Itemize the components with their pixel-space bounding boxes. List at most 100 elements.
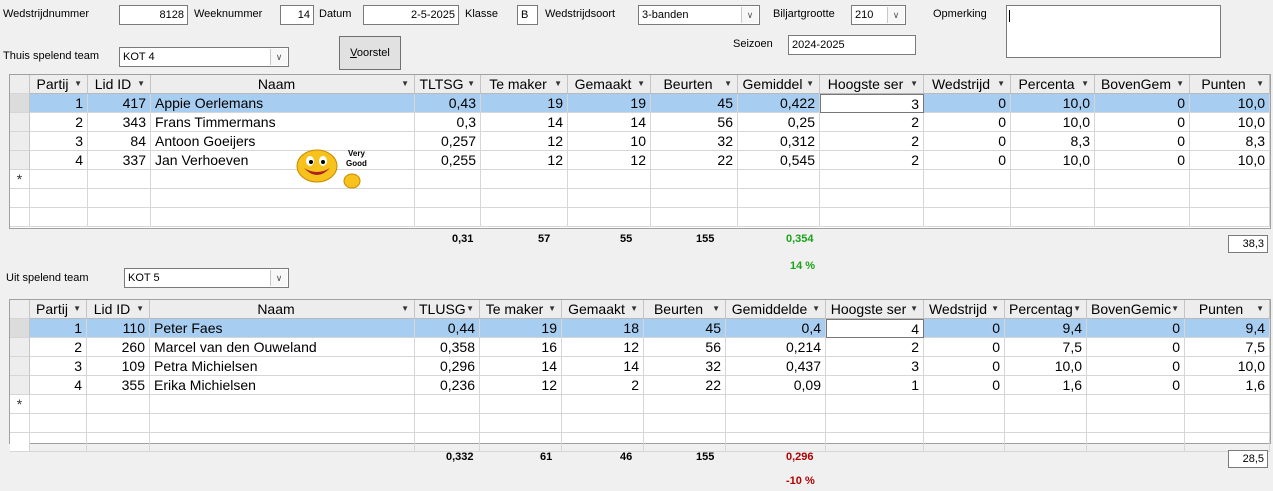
chevron-down-icon[interactable]: ∨: [887, 7, 904, 23]
row-selector[interactable]: [10, 338, 30, 357]
cell-hoogste-serie[interactable]: 2: [820, 113, 924, 132]
opmerking-field[interactable]: [1006, 5, 1221, 58]
datum-field[interactable]: 2-5-2025: [363, 5, 459, 25]
seizoen-field[interactable]: 2024-2025: [788, 35, 916, 55]
cell-beurten[interactable]: 22: [644, 376, 726, 395]
cell-lid-id[interactable]: 337: [88, 151, 151, 170]
cell-te-maken[interactable]: [481, 170, 568, 189]
cell-te-maken[interactable]: 14: [480, 357, 562, 376]
cell-te-maken[interactable]: 12: [481, 132, 568, 151]
away-players-grid[interactable]: Partij ▼ Lid ID ▼ Naam ▼ TLUSG ▼ Te maker ▼ Gemaak…: [9, 299, 1271, 452]
sort-dropdown-icon[interactable]: ▼: [401, 300, 409, 318]
cell-naam[interactable]: Peter Faes: [150, 319, 415, 338]
cell-percentage[interactable]: [1011, 170, 1095, 189]
cell-punten[interactable]: 1,6: [1185, 376, 1270, 395]
col-header-lid-id[interactable]: Lid ID ▼: [88, 75, 151, 94]
col-header-naam[interactable]: Naam ▼: [150, 300, 415, 319]
cell-punten[interactable]: 10,0: [1190, 113, 1270, 132]
col-header-boven-gem[interactable]: BovenGemic ▼: [1087, 300, 1185, 319]
sort-dropdown-icon[interactable]: ▼: [1176, 75, 1184, 93]
cell-percentage[interactable]: 7,5: [1005, 338, 1087, 357]
sort-dropdown-icon[interactable]: ▼: [1256, 300, 1264, 318]
sort-dropdown-icon[interactable]: ▼: [73, 300, 81, 318]
col-header-wedstrijd[interactable]: Wedstrijd ▼: [924, 300, 1005, 319]
cell-beurten[interactable]: [644, 395, 726, 414]
cell-punten[interactable]: 7,5: [1185, 338, 1270, 357]
cell-gemiddelde[interactable]: 0,09: [726, 376, 826, 395]
cell-hoogste-serie[interactable]: [820, 170, 924, 189]
cell-hoogste-serie[interactable]: 3: [826, 357, 924, 376]
cell-gemiddelde[interactable]: 0,4: [726, 319, 826, 338]
col-header-gemaakt[interactable]: Gemaakt ▼: [562, 300, 644, 319]
cell-wedstrijd[interactable]: 0: [924, 319, 1005, 338]
cell-boven-gem[interactable]: 0: [1087, 338, 1185, 357]
col-header-beurten[interactable]: Beurten ▼: [651, 75, 738, 94]
cell-percentage[interactable]: 10,0: [1005, 357, 1087, 376]
cell-naam[interactable]: Frans Timmermans: [151, 113, 415, 132]
col-header-partij[interactable]: Partij ▼: [30, 75, 88, 94]
cell-tsg[interactable]: [415, 170, 481, 189]
cell-wedstrijd[interactable]: 0: [924, 94, 1011, 113]
cell-punten[interactable]: 9,4: [1185, 319, 1270, 338]
cell-lid-id[interactable]: 260: [87, 338, 150, 357]
cell-gemaakt[interactable]: 2: [562, 376, 644, 395]
cell-naam[interactable]: Marcel van den Ouweland: [150, 338, 415, 357]
cell-beurten[interactable]: 32: [651, 132, 738, 151]
cell-hoogste-serie[interactable]: 2: [820, 132, 924, 151]
col-header-te-maken[interactable]: Te maker ▼: [481, 75, 568, 94]
cell-boven-gem[interactable]: 0: [1095, 113, 1190, 132]
cell-gemaakt[interactable]: 14: [568, 113, 651, 132]
sort-dropdown-icon[interactable]: ▼: [466, 300, 474, 318]
sort-dropdown-icon[interactable]: ▼: [554, 75, 562, 93]
cell-gemiddelde[interactable]: 0,312: [738, 132, 820, 151]
cell-partij[interactable]: 4: [30, 151, 88, 170]
cell-lid-id[interactable]: 84: [88, 132, 151, 151]
cell-percentage[interactable]: 10,0: [1011, 151, 1095, 170]
row-selector[interactable]: [10, 94, 30, 113]
cell-wedstrijd[interactable]: 0: [924, 338, 1005, 357]
sort-dropdown-icon[interactable]: ▼: [637, 75, 645, 93]
sort-dropdown-icon[interactable]: ▼: [997, 75, 1005, 93]
cell-lid-id[interactable]: 110: [87, 319, 150, 338]
sort-dropdown-icon[interactable]: ▼: [910, 75, 918, 93]
cell-tsg[interactable]: 0,296: [415, 357, 480, 376]
col-header-gemiddelde[interactable]: Gemiddel ▼: [738, 75, 820, 94]
cell-boven-gem[interactable]: 0: [1095, 94, 1190, 113]
cell-hoogste-serie[interactable]: 3: [820, 94, 924, 113]
cell-tsg[interactable]: 0,236: [415, 376, 480, 395]
col-header-boven-gem[interactable]: BovenGem ▼: [1095, 75, 1190, 94]
sort-dropdown-icon[interactable]: ▼: [467, 75, 475, 93]
cell-naam[interactable]: Appie Oerlemans: [151, 94, 415, 113]
col-header-punten[interactable]: Punten ▼: [1185, 300, 1270, 319]
cell-boven-gem[interactable]: 0: [1087, 357, 1185, 376]
grid-select-all[interactable]: [10, 75, 30, 94]
cell-percentage[interactable]: 10,0: [1011, 113, 1095, 132]
cell-gemaakt[interactable]: [562, 395, 644, 414]
cell-wedstrijd[interactable]: 0: [924, 151, 1011, 170]
wedstrijdnummer-field[interactable]: 8128: [119, 5, 188, 25]
cell-boven-gem[interactable]: 0: [1095, 132, 1190, 151]
cell-partij[interactable]: 1: [30, 94, 88, 113]
table-row[interactable]: 3 109 Petra Michielsen 0,296 14 14 32 0,437 3 0 10…: [10, 357, 1270, 376]
cell-partij[interactable]: 3: [30, 357, 87, 376]
col-header-punten[interactable]: Punten ▼: [1190, 75, 1270, 94]
cell-percentage[interactable]: 10,0: [1011, 94, 1095, 113]
cell-lid-id[interactable]: 109: [87, 357, 150, 376]
sort-dropdown-icon[interactable]: ▼: [401, 75, 409, 93]
cell-te-maken[interactable]: 16: [480, 338, 562, 357]
new-record-row[interactable]: *: [10, 170, 1270, 189]
col-header-gemiddelde[interactable]: Gemiddelde ▼: [726, 300, 826, 319]
cell-partij[interactable]: 2: [30, 338, 87, 357]
sort-dropdown-icon[interactable]: ▼: [712, 300, 720, 318]
cell-hoogste-serie[interactable]: 1: [826, 376, 924, 395]
sort-dropdown-icon[interactable]: ▼: [991, 300, 999, 318]
cell-partij[interactable]: [30, 170, 88, 189]
chevron-down-icon[interactable]: ∨: [270, 49, 287, 65]
cell-te-maken[interactable]: [480, 395, 562, 414]
table-row[interactable]: 4 337 Jan Verhoeven 0,255 12 12 22 0,545 2 0 10,0 0…: [10, 151, 1270, 170]
cell-gemiddelde[interactable]: [738, 170, 820, 189]
cell-wedstrijd[interactable]: 0: [924, 132, 1011, 151]
cell-boven-gem[interactable]: [1087, 395, 1185, 414]
row-selector[interactable]: [10, 376, 30, 395]
cell-hoogste-serie[interactable]: 2: [820, 151, 924, 170]
